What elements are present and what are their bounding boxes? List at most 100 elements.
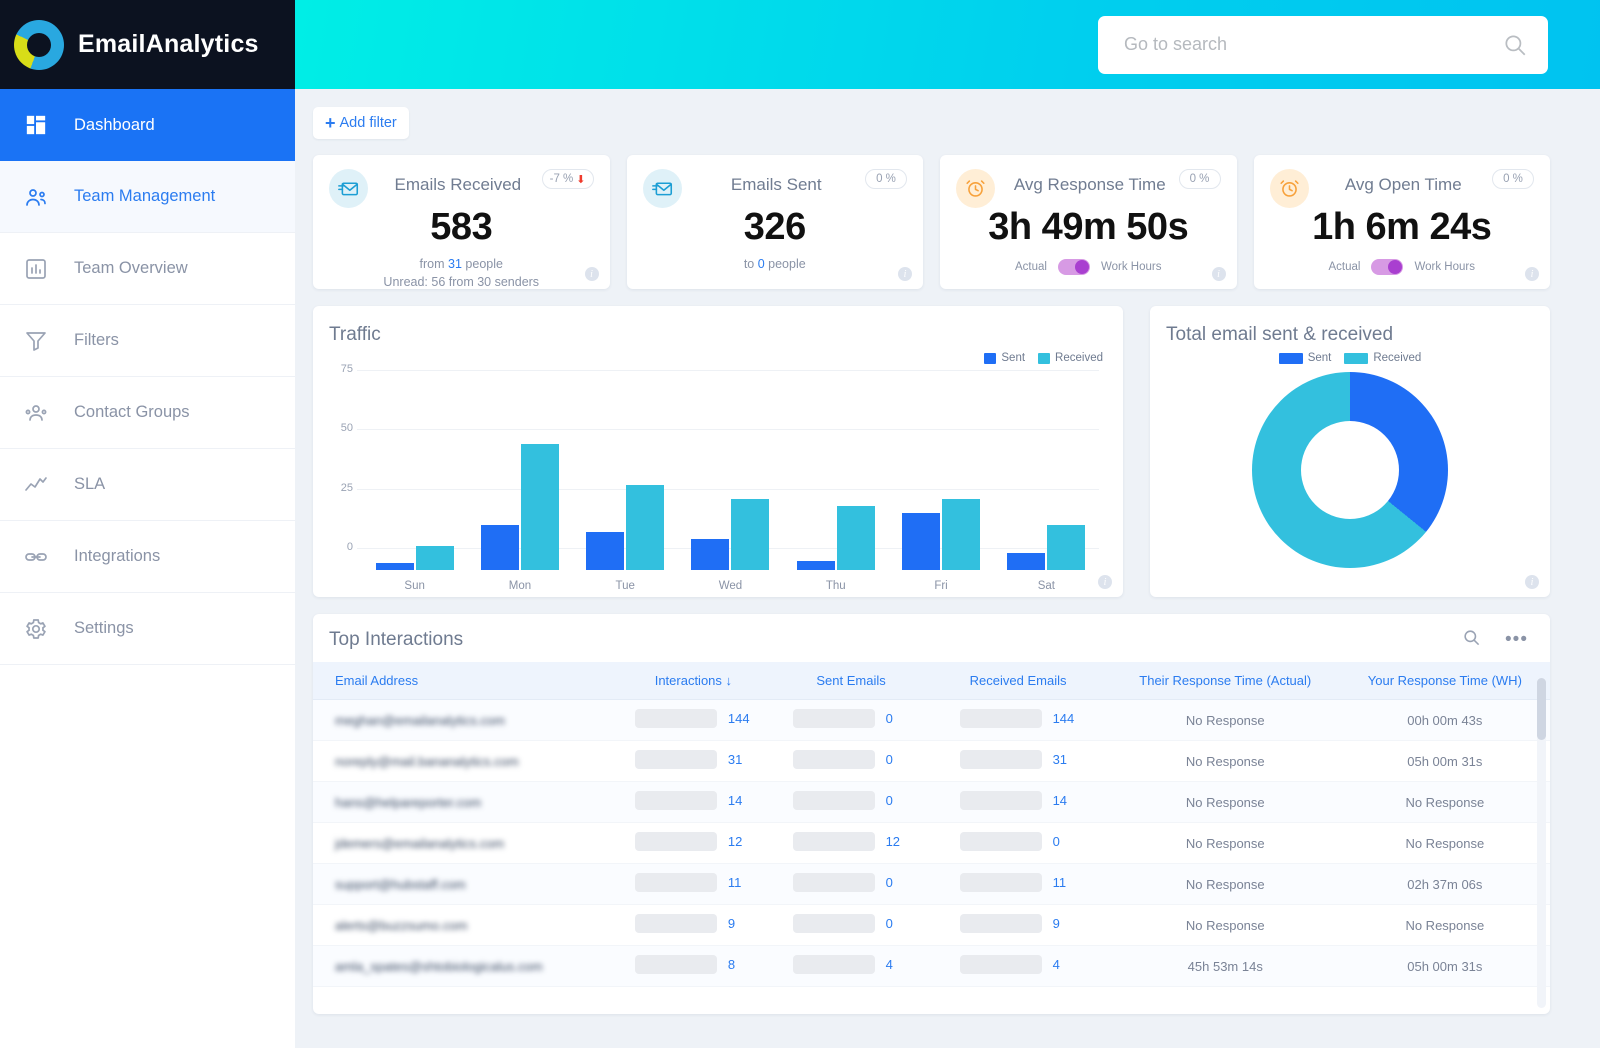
funnel-icon — [22, 327, 50, 355]
sidebar-item-team-management[interactable]: Team Management — [0, 161, 295, 233]
bar-received[interactable] — [731, 499, 769, 570]
kpi-value: 583 — [329, 206, 594, 249]
info-icon[interactable]: i — [585, 267, 599, 281]
column-label: Interactions — [655, 673, 722, 688]
meter-value: 4 — [1053, 957, 1077, 972]
kpi-change-badge: 0 % — [1179, 169, 1221, 189]
search-icon[interactable] — [1502, 32, 1528, 58]
column-header[interactable]: Interactions ↓ — [610, 662, 777, 700]
search-input[interactable] — [1124, 34, 1492, 55]
sidebar-item-integrations[interactable]: Integrations — [0, 521, 295, 593]
table-row[interactable]: amla_spates@shtobiologicalus.com84445h 5… — [313, 946, 1550, 987]
info-icon[interactable]: i — [1098, 575, 1112, 589]
legend-item[interactable]: Received — [1344, 352, 1421, 364]
bar-sent[interactable] — [797, 561, 835, 570]
bar-group — [888, 392, 993, 570]
sidebar-item-contact-groups[interactable]: Contact Groups — [0, 377, 295, 449]
work-hours-toggle[interactable] — [1058, 259, 1090, 275]
meter: 144 — [635, 709, 752, 728]
bar-received[interactable] — [1047, 525, 1085, 570]
traffic-legend: Sent Received — [313, 352, 1123, 364]
table-row[interactable]: hans@helpareporter.com14014No ResponseNo… — [313, 782, 1550, 823]
bar-group — [994, 392, 1099, 570]
add-filter-label: Add filter — [340, 115, 397, 131]
table-cell-your-response: 05h 00m 31s — [1340, 946, 1550, 987]
meter: 31 — [635, 750, 752, 769]
sidebar-item-dashboard[interactable]: Dashboard — [0, 89, 295, 161]
kpi-title: Emails Received — [368, 169, 542, 195]
info-icon[interactable]: i — [1525, 267, 1539, 281]
meter-track — [793, 709, 875, 728]
table-row[interactable]: jdemers@emailanalytics.com12120No Respon… — [313, 823, 1550, 864]
bar-sent[interactable] — [1007, 553, 1045, 570]
column-header[interactable]: Received Emails — [925, 662, 1111, 700]
bar-sent[interactable] — [376, 563, 414, 570]
sidebar-item-filters[interactable]: Filters — [0, 305, 295, 377]
table-cell-meter: 0 — [777, 700, 925, 741]
meter: 0 — [793, 914, 910, 933]
sidebar-item-team-overview[interactable]: Team Overview — [0, 233, 295, 305]
meter-value: 0 — [1053, 834, 1077, 849]
bar-sent[interactable] — [481, 525, 519, 570]
team-people-icon — [22, 183, 50, 211]
traffic-card-title: Traffic — [313, 306, 1123, 346]
work-hours-toggle-row: ActualWork Hours — [1270, 259, 1535, 275]
info-icon[interactable]: i — [898, 267, 912, 281]
bar-group — [783, 392, 888, 570]
bar-sent[interactable] — [902, 513, 940, 570]
add-filter-button[interactable]: + Add filter — [313, 107, 409, 139]
table-row[interactable]: meghan@emailanalytics.com1440144No Respo… — [313, 700, 1550, 741]
bar-received[interactable] — [416, 546, 454, 570]
kpi-subtext: from 31 peopleUnread: 56 from 30 senders — [329, 255, 594, 291]
column-header[interactable]: Their Response Time (Actual) — [1111, 662, 1340, 700]
kpi-card-avg-open-time: Avg Open Time0 %1h 6m 24sActualWork Hour… — [1254, 155, 1551, 289]
kpi-title: Avg Response Time — [995, 169, 1179, 195]
info-icon[interactable]: i — [1212, 267, 1226, 281]
table-row[interactable]: support@hubstaff.com11011No Response02h … — [313, 864, 1550, 905]
column-header[interactable]: Email Address — [313, 662, 610, 700]
column-header[interactable]: Sent Emails — [777, 662, 925, 700]
table-cell-meter: 9 — [610, 905, 777, 946]
kpi-badge-value: -7 % — [550, 173, 574, 185]
dashboard-content: + Add filter Emails Received-7 %⬇583from… — [295, 89, 1600, 1048]
table-cell-meter: 144 — [925, 700, 1111, 741]
sidebar-item-label: Filters — [72, 331, 119, 350]
table-cell-meter: 4 — [925, 946, 1111, 987]
table-scrollbar[interactable] — [1537, 678, 1546, 1008]
scrollbar-thumb[interactable] — [1537, 678, 1546, 740]
top-interactions-table: Email AddressInteractions ↓Sent EmailsRe… — [313, 662, 1550, 987]
kpi-cards: Emails Received-7 %⬇583from 31 peopleUnr… — [313, 155, 1550, 289]
bar-sent[interactable] — [586, 532, 624, 570]
sidebar-item-settings[interactable]: Settings — [0, 593, 295, 665]
brand-name: EmailAnalytics — [78, 30, 259, 59]
legend-item[interactable]: Received — [1038, 352, 1103, 364]
global-search[interactable] — [1098, 16, 1548, 74]
arrow-down-icon: ↓ — [726, 673, 733, 688]
table-cell-their-response: No Response — [1111, 741, 1340, 782]
meter: 8 — [635, 955, 752, 974]
topbar — [295, 0, 1600, 89]
bar-sent[interactable] — [691, 539, 729, 570]
table-row[interactable]: alerts@buzzsumo.com909No ResponseNo Resp… — [313, 905, 1550, 946]
search-icon[interactable] — [1462, 628, 1481, 652]
legend-item[interactable]: Sent — [1279, 352, 1332, 364]
bar-received[interactable] — [942, 499, 980, 570]
more-options-icon[interactable]: ••• — [1505, 634, 1528, 645]
work-hours-toggle[interactable] — [1371, 259, 1403, 275]
meter-track — [635, 955, 717, 974]
bar-received[interactable] — [521, 444, 559, 570]
info-icon[interactable]: i — [1525, 575, 1539, 589]
bar-received[interactable] — [626, 485, 664, 570]
meter-track — [635, 791, 717, 810]
bar-received[interactable] — [837, 506, 875, 570]
column-header[interactable]: Your Response Time (WH) — [1340, 662, 1550, 700]
legend-item[interactable]: Sent — [984, 352, 1025, 364]
kpi-card-emails-received: Emails Received-7 %⬇583from 31 peopleUnr… — [313, 155, 610, 289]
table-cell-their-response: No Response — [1111, 782, 1340, 823]
donut-chart[interactable] — [1252, 372, 1448, 568]
table-cell-your-response: No Response — [1340, 905, 1550, 946]
meter-track — [960, 709, 1042, 728]
table-row[interactable]: noreply@mail.bananalytics.com31031No Res… — [313, 741, 1550, 782]
table-tools: ••• — [1462, 628, 1528, 652]
sidebar-item-sla[interactable]: SLA — [0, 449, 295, 521]
